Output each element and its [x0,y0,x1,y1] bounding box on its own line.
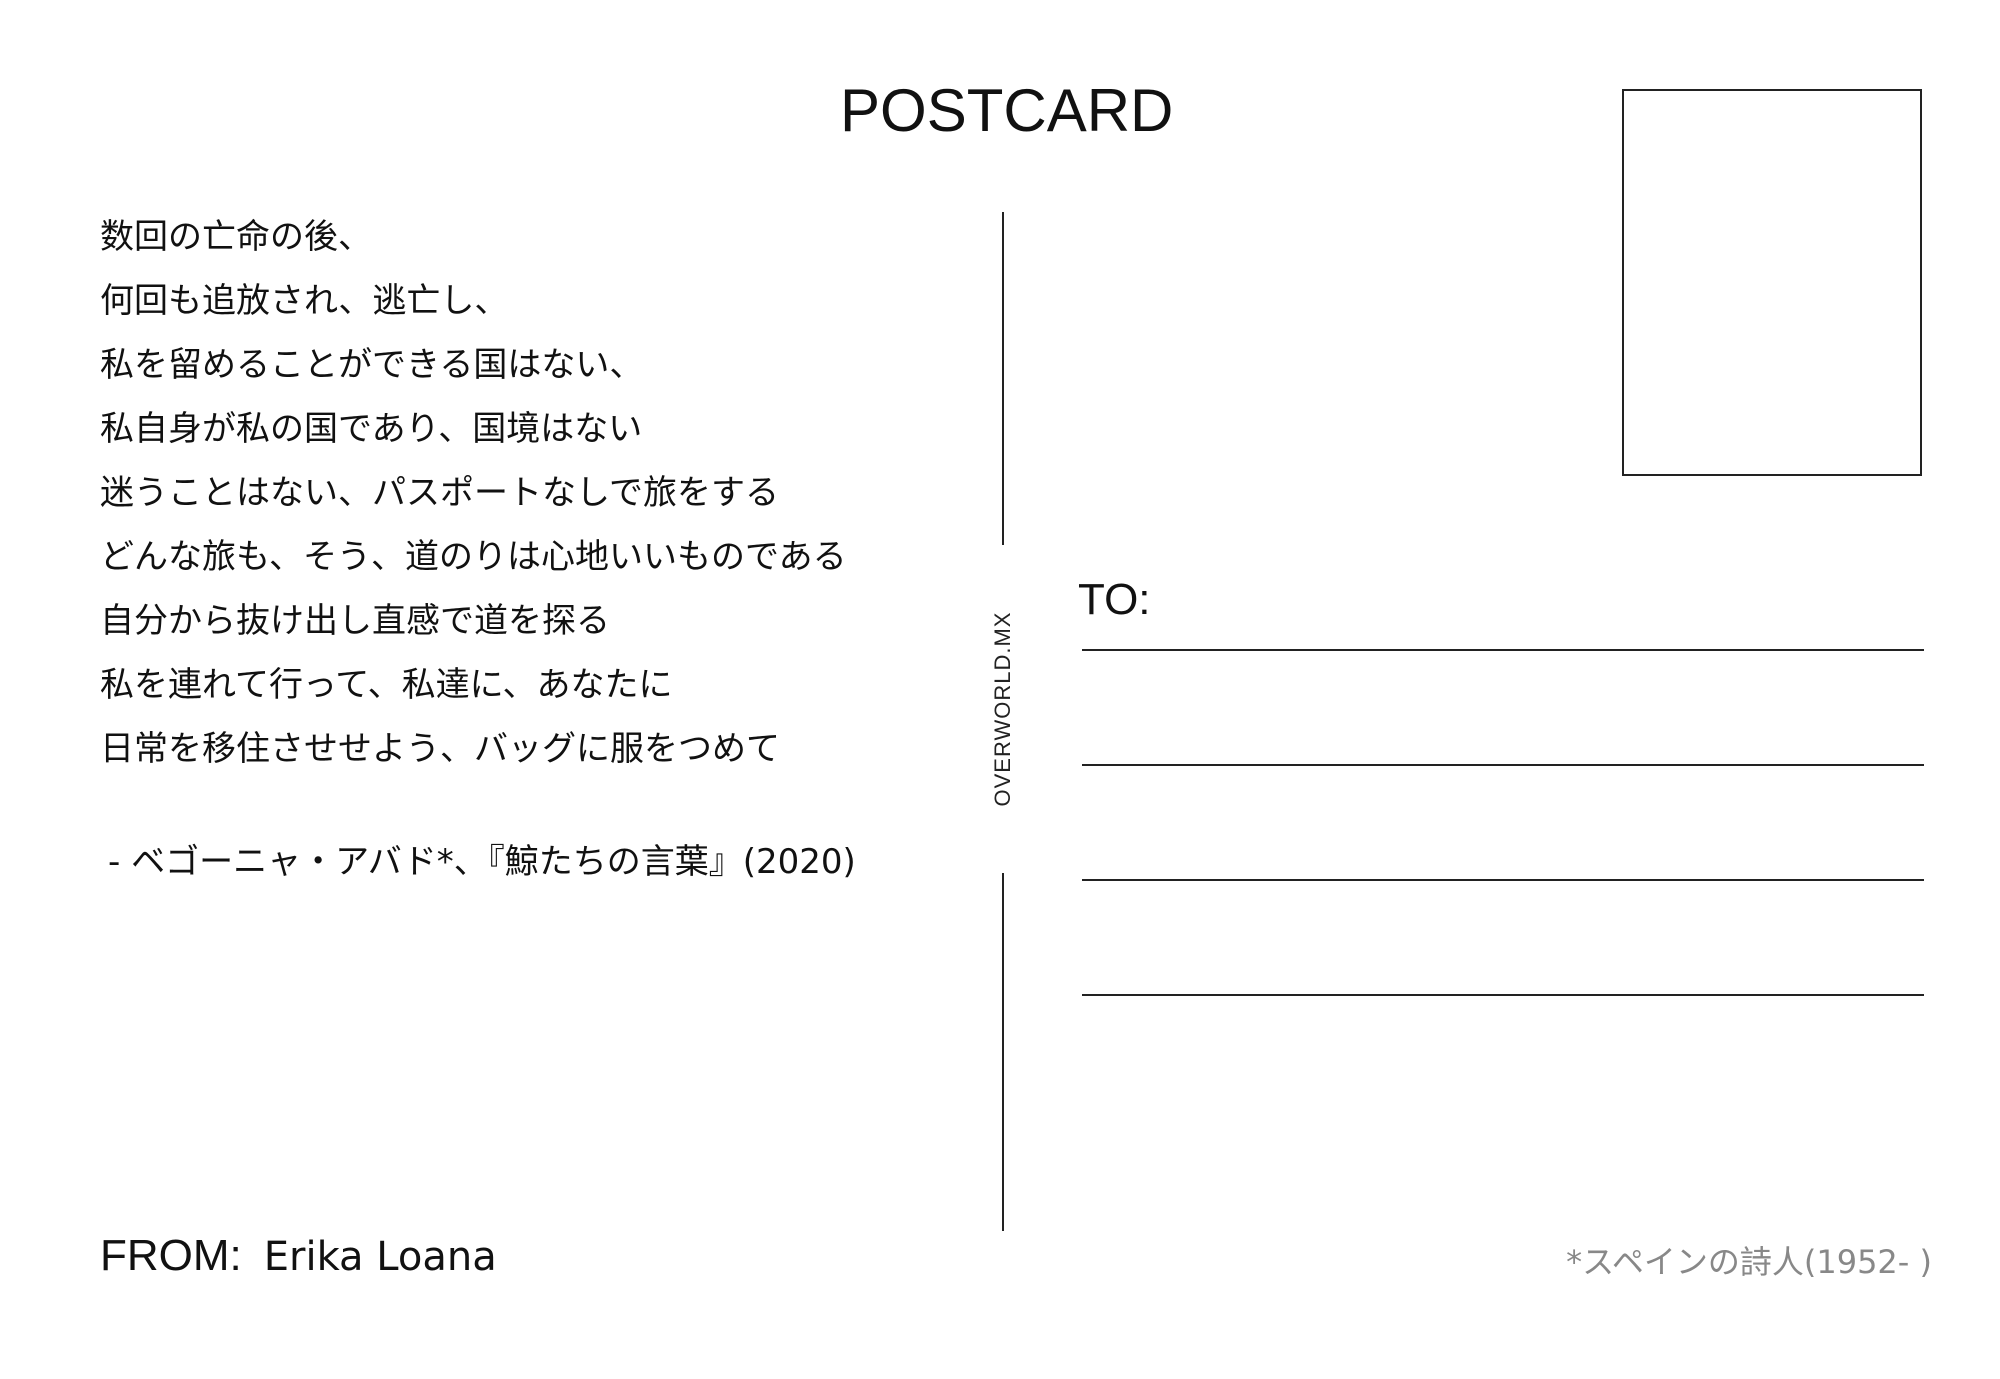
poem-line: 日常を移住させせよう、バッグに服をつめて [100,729,780,769]
poem-line: 私を連れて行って、私達に、あなたに [100,665,673,705]
to-label: TO: [1078,575,1151,624]
footnote: *スペインの詩人(1952- ) [1566,1243,1932,1281]
poem-line: 何回も追放され、逃亡し、 [100,281,509,321]
center-divider-bottom [1002,873,1004,1231]
poem: 数回の亡命の後、 何回も追放され、逃亡し、 私を留めることができる国はない、 私… [100,205,847,781]
poem-attribution: - ベゴーニャ・アバド*、『鯨たちの言葉』(2020) [108,842,856,882]
from-label: FROM: [100,1231,242,1280]
postcard-title: POSTCARD [840,77,1174,144]
address-line [1082,764,1924,766]
poem-line: 自分から抜け出し直感で道を探る [100,601,610,641]
poem-line: どんな旅も、そう、道のりは心地いいものである [100,537,847,577]
address-line [1082,994,1924,996]
poem-line: 私を留めることができる国はない、 [100,345,644,385]
address-line [1082,879,1924,881]
center-divider-top [1002,212,1004,545]
poem-line: 迷うことはない、パスポートなしで旅をする [100,473,779,513]
poem-line: 数回の亡命の後、 [100,217,372,257]
from-block: FROM: Erika Loana [100,1228,497,1285]
sender-name: Erika Loana [263,1234,497,1280]
poem-line: 私自身が私の国であり、国境はない [100,409,643,449]
address-line [1082,649,1924,651]
stamp-box [1622,89,1922,476]
brand-vertical-text: OVERWORLD.MX [990,611,1015,807]
